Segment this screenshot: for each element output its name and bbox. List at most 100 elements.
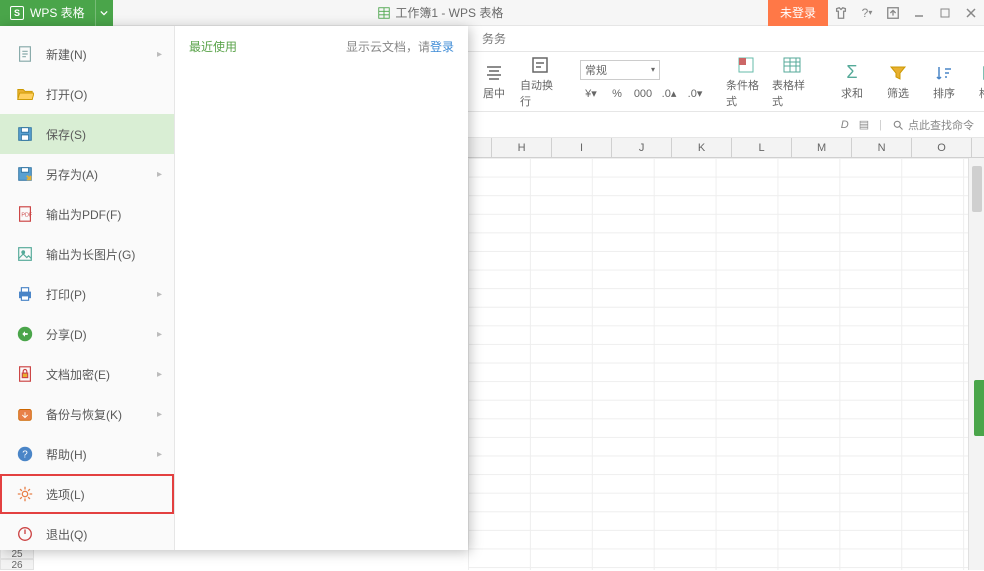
recent-title: 最近使用 (189, 38, 237, 538)
column-header[interactable]: O (912, 138, 972, 157)
file-menu: 新建(N)▸打开(O)保存(S)另存为(A)▸PDF输出为PDF(F)输出为长图… (0, 26, 468, 550)
scrollbar-thumb[interactable] (972, 166, 982, 212)
menu-item-save-as[interactable]: 另存为(A)▸ (0, 154, 174, 194)
align-center-button[interactable]: 居中 (474, 55, 514, 109)
folder-open-icon (16, 85, 34, 103)
backup-icon (16, 405, 34, 423)
column-header[interactable]: N (852, 138, 912, 157)
chevron-right-icon: ▸ (157, 289, 162, 300)
percent-button[interactable]: % (606, 84, 628, 104)
column-header[interactable]: H (492, 138, 552, 157)
image-icon (16, 245, 34, 263)
decrease-decimal-button[interactable]: .0▾ (684, 84, 706, 104)
settings-icon (16, 485, 34, 503)
conditional-format-button[interactable]: 条件格式 (726, 55, 766, 109)
menu-item-label: 帮助(H) (46, 446, 145, 463)
column-header[interactable]: I (552, 138, 612, 157)
inc-decimal-icon: .0▴ (662, 87, 677, 100)
login-link[interactable]: 登录 (430, 40, 454, 54)
spreadsheet-grid: HIJKLMNO (468, 138, 984, 570)
close-button[interactable] (958, 0, 984, 26)
menu-item-label: 分享(D) (46, 326, 145, 343)
app-menu-dropdown[interactable] (95, 0, 113, 26)
menu-item-share[interactable]: 分享(D)▸ (0, 314, 174, 354)
number-format-dropdown[interactable]: 常规 ▾ (580, 60, 660, 80)
format-icon (980, 63, 984, 83)
ribbon: 居中 自动换行 常规 ▾ ¥▾ % 000 .0▴ .0▾ 条件格式 (468, 52, 984, 112)
menu-item-save[interactable]: 保存(S) (0, 114, 174, 154)
spreadsheet-icon (377, 6, 391, 20)
format-button[interactable]: 格式 (970, 55, 984, 109)
flag-icon[interactable]: ▤ (859, 118, 869, 131)
column-header[interactable]: K (672, 138, 732, 157)
menu-item-backup[interactable]: 备份与恢复(K)▸ (0, 394, 174, 434)
column-headers: HIJKLMNO (468, 138, 984, 158)
file-new-icon (16, 45, 34, 63)
vertical-scrollbar[interactable] (968, 158, 984, 570)
currency-icon: ¥ (585, 88, 591, 100)
menu-item-file-new[interactable]: 新建(N)▸ (0, 34, 174, 74)
chevron-right-icon: ▸ (157, 169, 162, 180)
formula-search-bar: D ▤ | 点此查找命令 (468, 112, 984, 138)
maximize-button[interactable] (932, 0, 958, 26)
wrap-icon (530, 55, 550, 75)
cell-area[interactable] (468, 158, 968, 570)
pdf-icon: PDF (16, 205, 34, 223)
row-header[interactable]: 26 (0, 559, 34, 570)
sort-icon (934, 63, 954, 83)
exit-icon (16, 525, 34, 543)
menu-item-lock[interactable]: 文档加密(E)▸ (0, 354, 174, 394)
upload-button[interactable] (880, 0, 906, 26)
table-style-button[interactable]: 表格样式 (772, 55, 812, 109)
menu-item-image[interactable]: 输出为长图片(G) (0, 234, 174, 274)
d-icon[interactable]: D (841, 119, 849, 131)
svg-text:?: ? (22, 450, 28, 461)
svg-text:PDF: PDF (21, 213, 32, 219)
column-header[interactable]: L (732, 138, 792, 157)
search-icon (892, 119, 904, 131)
menu-item-settings[interactable]: 选项(L) (0, 474, 174, 514)
menu-item-exit[interactable]: 退出(Q) (0, 514, 174, 554)
title-actions: 未登录 ?▾ (768, 0, 984, 26)
currency-button[interactable]: ¥▾ (580, 84, 602, 104)
chevron-down-icon: ▾ (651, 65, 655, 74)
lock-icon (16, 365, 34, 383)
login-button[interactable]: 未登录 (768, 0, 828, 26)
skin-button[interactable] (828, 0, 854, 26)
menu-item-label: 保存(S) (46, 126, 162, 143)
cloud-docs-hint: 显示云文档，请登录 (346, 38, 454, 538)
command-search[interactable]: 点此查找命令 (892, 117, 974, 133)
wrap-text-button[interactable]: 自动换行 (520, 55, 560, 109)
menu-item-pdf[interactable]: PDF输出为PDF(F) (0, 194, 174, 234)
save-as-icon (16, 165, 34, 183)
file-menu-panel: 最近使用 显示云文档，请登录 (175, 26, 468, 550)
menu-item-print[interactable]: 打印(P) ▸ (0, 274, 174, 314)
minimize-button[interactable] (906, 0, 932, 26)
menu-item-label: 选项(L) (46, 486, 162, 503)
save-icon (16, 125, 34, 143)
help-icon: ? (862, 6, 869, 20)
menu-item-help[interactable]: ?帮助(H)▸ (0, 434, 174, 474)
sort-button[interactable]: 排序 (924, 55, 964, 109)
column-header[interactable]: J (612, 138, 672, 157)
increase-decimal-button[interactable]: .0▴ (658, 84, 680, 104)
menu-item-label: 打印(P) (46, 286, 145, 303)
close-icon (965, 7, 977, 19)
right-tab-handle[interactable] (974, 380, 984, 436)
select-all-corner[interactable] (468, 138, 492, 157)
column-header[interactable]: M (792, 138, 852, 157)
minimize-icon (913, 7, 925, 19)
filter-button[interactable]: 筛选 (878, 55, 918, 109)
tab-fragment[interactable]: 务务 (474, 26, 514, 51)
sum-button[interactable]: Σ 求和 (832, 55, 872, 109)
comma-button[interactable]: 000 (632, 84, 654, 104)
comma-icon: 000 (634, 88, 652, 100)
filter-icon (888, 63, 908, 83)
ribbon-tabs: 务务 (468, 26, 984, 52)
menu-item-label: 新建(N) (46, 46, 145, 63)
app-badge[interactable]: S WPS 表格 (0, 0, 95, 26)
help-button[interactable]: ?▾ (854, 0, 880, 26)
cond-format-icon (736, 55, 756, 75)
chevron-right-icon: ▸ (157, 409, 162, 420)
menu-item-folder-open[interactable]: 打开(O) (0, 74, 174, 114)
